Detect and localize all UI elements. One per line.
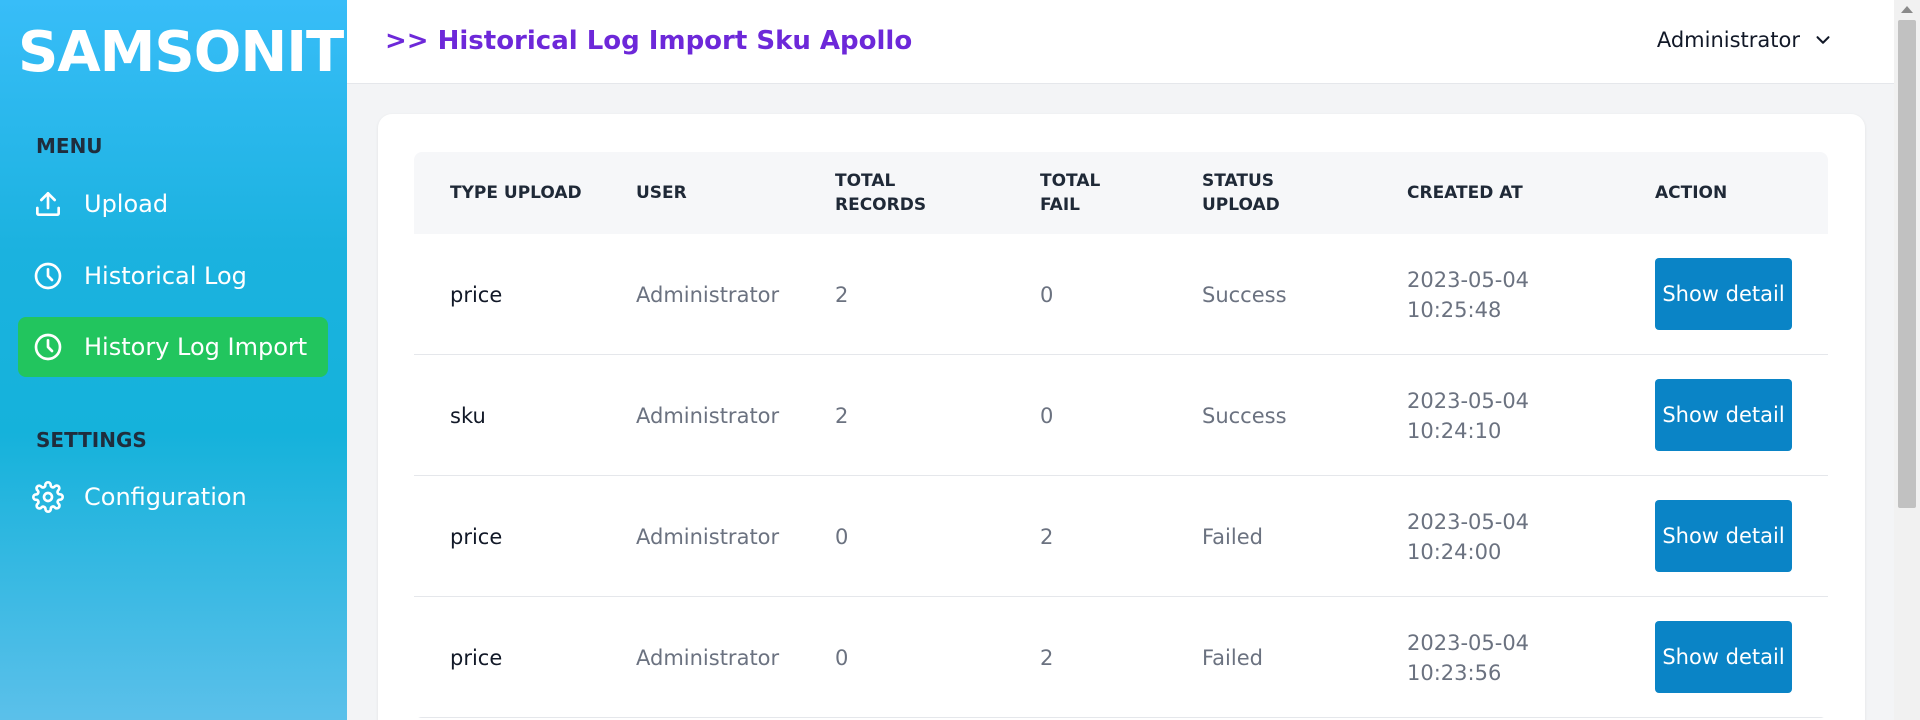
table-row: price Administrator 0 2 Failed 2023-05-0… bbox=[414, 597, 1828, 718]
cell-user: Administrator bbox=[636, 524, 780, 549]
cell-type-upload: price bbox=[450, 524, 503, 549]
history-table: TYPE UPLOAD USER TOTAL RECORDS TOTAL FAI… bbox=[414, 152, 1828, 718]
cell-type-upload: price bbox=[450, 282, 503, 307]
content-card: TYPE UPLOAD USER TOTAL RECORDS TOTAL FAI… bbox=[378, 114, 1865, 720]
gear-icon bbox=[18, 481, 78, 513]
cell-status-upload: Failed bbox=[1202, 524, 1263, 549]
table-row: price Administrator 2 0 Success 2023-05-… bbox=[414, 234, 1828, 355]
created-time: 10:23:56 bbox=[1407, 660, 1502, 685]
cell-type-upload: sku bbox=[450, 403, 486, 428]
cell-user: Administrator bbox=[636, 403, 780, 428]
sidebar-item-upload[interactable]: Upload bbox=[18, 174, 328, 234]
page-title: >> Historical Log Import Sku Apollo bbox=[385, 26, 913, 56]
created-time: 10:25:48 bbox=[1407, 297, 1502, 322]
sidebar-item-label: Upload bbox=[84, 190, 169, 218]
table-header: TYPE UPLOAD USER TOTAL RECORDS TOTAL FAI… bbox=[414, 152, 1828, 234]
clock-icon bbox=[18, 331, 78, 363]
cell-created-at: 2023-05-04 10:23:56 bbox=[1407, 597, 1529, 718]
cell-total-fail: 2 bbox=[1040, 524, 1054, 549]
cell-total-fail: 0 bbox=[1040, 282, 1054, 307]
cell-total-fail: 0 bbox=[1040, 403, 1054, 428]
column-header-total-fail: TOTAL FAIL bbox=[1040, 171, 1101, 215]
sidebar-item-label: Configuration bbox=[84, 483, 247, 511]
column-header-user: USER bbox=[636, 183, 687, 203]
cell-created-at: 2023-05-04 10:24:10 bbox=[1407, 355, 1529, 476]
sidebar-item-configuration[interactable]: Configuration bbox=[18, 467, 328, 527]
cell-total-records: 0 bbox=[835, 645, 849, 670]
column-header-total-records: TOTAL RECORDS bbox=[835, 171, 927, 215]
created-time: 10:24:10 bbox=[1407, 418, 1502, 443]
show-detail-button[interactable]: Show detail bbox=[1655, 500, 1792, 572]
cell-total-records: 0 bbox=[835, 524, 849, 549]
cell-status-upload: Success bbox=[1202, 282, 1287, 307]
cell-user: Administrator bbox=[636, 645, 780, 670]
table-row: sku Administrator 2 0 Success 2023-05-04… bbox=[414, 355, 1828, 476]
user-name: Administrator bbox=[1656, 28, 1800, 52]
chevron-down-icon bbox=[1816, 36, 1830, 44]
cell-user: Administrator bbox=[636, 282, 780, 307]
table-row: price Administrator 0 2 Failed 2023-05-0… bbox=[414, 476, 1828, 597]
column-header-status-upload: STATUS UPLOAD bbox=[1202, 171, 1280, 215]
user-menu[interactable]: Administrator bbox=[1657, 28, 1834, 52]
sidebar-item-label: History Log Import bbox=[84, 333, 308, 361]
app-window: SAMSONITE MENU Upload Historical Log His… bbox=[0, 0, 1920, 720]
sidebar-item-history-log-import[interactable]: History Log Import bbox=[18, 317, 328, 377]
page-scrollbar[interactable] bbox=[1894, 0, 1920, 720]
cell-status-upload: Failed bbox=[1202, 645, 1263, 670]
sidebar-item-historical-log[interactable]: Historical Log bbox=[18, 246, 328, 306]
column-header-created-at: CREATED AT bbox=[1407, 183, 1523, 203]
cell-type-upload: price bbox=[450, 645, 503, 670]
created-date: 2023-05-04 bbox=[1407, 388, 1530, 413]
sidebar-item-label: Historical Log bbox=[84, 262, 247, 290]
upload-icon bbox=[18, 188, 78, 220]
scrollbar-thumb[interactable] bbox=[1898, 20, 1916, 508]
settings-heading: SETTINGS bbox=[36, 428, 147, 452]
cell-total-records: 2 bbox=[835, 403, 849, 428]
cell-status-upload: Success bbox=[1202, 403, 1287, 428]
created-date: 2023-05-04 bbox=[1407, 267, 1530, 292]
show-detail-button[interactable]: Show detail bbox=[1655, 258, 1792, 330]
sidebar: SAMSONITE MENU Upload Historical Log His… bbox=[0, 0, 381, 720]
menu-heading: MENU bbox=[36, 134, 103, 158]
created-time: 10:24:00 bbox=[1407, 539, 1502, 564]
cell-created-at: 2023-05-04 10:25:48 bbox=[1407, 234, 1529, 355]
cell-created-at: 2023-05-04 10:24:00 bbox=[1407, 476, 1529, 597]
show-detail-button[interactable]: Show detail bbox=[1655, 379, 1792, 451]
show-detail-button[interactable]: Show detail bbox=[1655, 621, 1792, 693]
scroll-up-arrow-icon[interactable] bbox=[1901, 6, 1913, 13]
clock-icon bbox=[18, 260, 78, 292]
column-header-action: ACTION bbox=[1655, 183, 1728, 203]
cell-total-records: 2 bbox=[835, 282, 849, 307]
created-date: 2023-05-04 bbox=[1407, 509, 1530, 534]
top-header: >> Historical Log Import Sku Apollo Admi… bbox=[347, 0, 1894, 84]
cell-total-fail: 2 bbox=[1040, 645, 1054, 670]
created-date: 2023-05-04 bbox=[1407, 630, 1530, 655]
brand-logo: SAMSONITE bbox=[18, 20, 381, 85]
column-header-type-upload: TYPE UPLOAD bbox=[450, 183, 582, 203]
